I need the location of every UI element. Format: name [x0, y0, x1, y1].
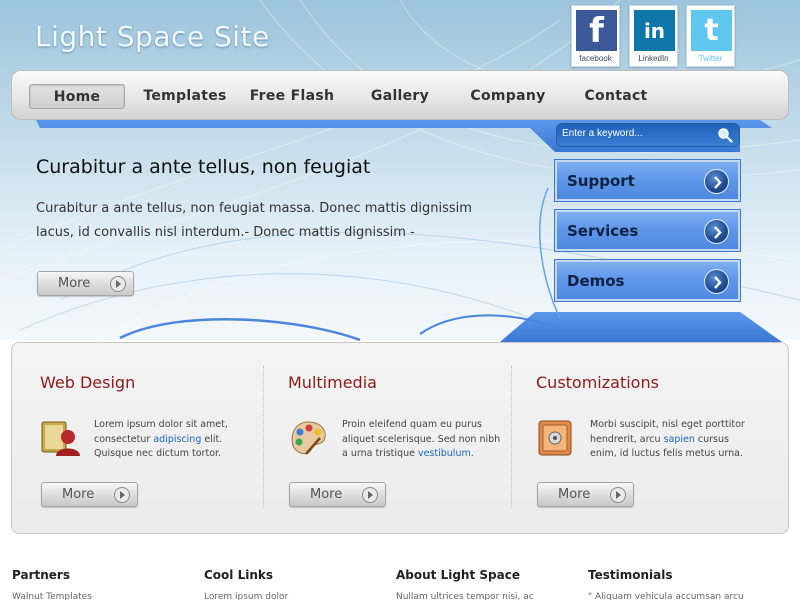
support-label: Support	[567, 172, 635, 190]
more-label: More	[62, 487, 95, 502]
linkedin-link[interactable]: in LinkedIn	[629, 5, 678, 67]
footer-heading-testimonials: Testimonials	[588, 568, 673, 582]
customizations-more-button[interactable]: More	[537, 482, 634, 507]
more-label: More	[58, 276, 91, 291]
arrow-right-icon	[114, 487, 130, 503]
chevron-right-icon	[704, 219, 729, 244]
column-divider	[263, 366, 264, 508]
web-design-text: Lorem ipsum dolor sit amet, consectetur …	[94, 418, 254, 462]
arrow-right-icon	[362, 487, 378, 503]
chevron-right-icon	[704, 169, 729, 194]
arrow-right-icon	[610, 487, 626, 503]
sapien-link[interactable]: sapien	[664, 434, 695, 445]
facebook-icon: f	[576, 10, 617, 51]
site-title: Light Space Site	[35, 20, 270, 53]
more-label: More	[558, 487, 591, 502]
multimedia-more-button[interactable]: More	[289, 482, 386, 507]
hero-title: Curabitur a ante tellus, non feugiat	[36, 156, 371, 178]
safe-icon	[538, 420, 572, 456]
more-label: More	[310, 487, 343, 502]
nav-templates[interactable]: Templates	[140, 84, 230, 109]
text-part: .	[470, 448, 474, 459]
web-design-title: Web Design	[40, 373, 136, 392]
support-button[interactable]: Support	[554, 159, 741, 202]
web-design-more-button[interactable]: More	[41, 482, 138, 507]
search-icon[interactable]	[717, 127, 733, 143]
nav-free-flash[interactable]: Free Flash	[247, 84, 337, 109]
chevron-right-icon	[704, 269, 729, 294]
demos-button[interactable]: Demos	[554, 259, 741, 302]
adipiscing-link[interactable]: adipiscing	[153, 434, 201, 445]
search-input[interactable]: Enter a keyword...	[562, 128, 643, 139]
customizations-title: Customizations	[536, 373, 659, 392]
search-box[interactable]: Enter a keyword...	[556, 123, 740, 147]
nav-company[interactable]: Company	[463, 84, 553, 109]
user-book-icon	[41, 421, 80, 456]
twitter-link[interactable]: t Twitter	[686, 5, 735, 67]
arrow-right-icon	[110, 276, 126, 292]
twitter-icon: t	[691, 10, 732, 51]
facebook-link[interactable]: f facebook	[571, 5, 620, 67]
services-label: Services	[567, 222, 639, 240]
vestibulum-link[interactable]: vestibulum	[418, 448, 471, 459]
palette-icon	[291, 421, 326, 455]
demos-label: Demos	[567, 272, 625, 290]
column-divider	[511, 366, 512, 508]
footer-heading-cool-links: Cool Links	[204, 568, 274, 582]
hero-more-button[interactable]: More	[37, 271, 134, 296]
twitter-caption: Twitter	[698, 54, 723, 63]
hero-text: Curabitur a ante tellus, non feugiat mas…	[36, 201, 472, 240]
footer-text: Nullam ultrices tempor nisi, ac	[396, 592, 534, 600]
multimedia-text: Proin eleifend quam eu purus aliquet sce…	[342, 418, 502, 462]
nav-gallery[interactable]: Gallery	[355, 84, 445, 109]
footer-heading-partners: Partners	[12, 568, 70, 582]
footer-link[interactable]: Lorem ipsum dolor	[204, 592, 384, 600]
customizations-text: Morbi suscipit, nisl eget porttitor hend…	[590, 418, 750, 462]
footer-heading-about: About Light Space	[396, 568, 520, 582]
facebook-caption: facebook	[579, 54, 612, 63]
nav-home[interactable]: Home	[29, 84, 125, 109]
linkedin-caption: LinkedIn	[638, 54, 669, 63]
footer-link[interactable]: Walnut Templates	[12, 592, 192, 600]
footer-text: " Aliquam vehicula accumsan arcu	[588, 592, 744, 600]
main-nav: Home Templates Free Flash Gallery Compan…	[11, 70, 789, 120]
nav-contact[interactable]: Contact	[571, 84, 661, 109]
services-button[interactable]: Services	[554, 209, 741, 252]
linkedin-icon: in	[634, 10, 675, 51]
multimedia-title: Multimedia	[288, 373, 377, 392]
